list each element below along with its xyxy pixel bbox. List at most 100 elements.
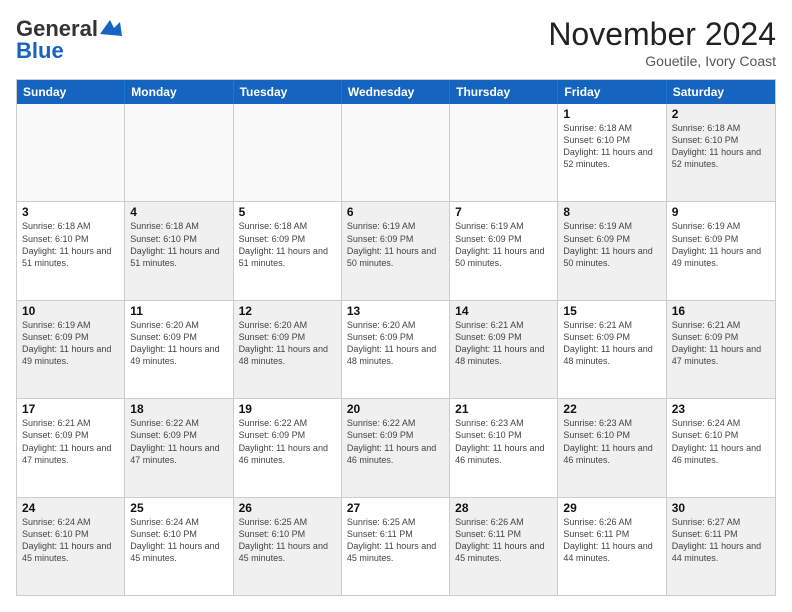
logo-blue: Blue <box>16 38 64 64</box>
day-cell-17: 17Sunrise: 6:21 AM Sunset: 6:09 PM Dayli… <box>17 399 125 496</box>
empty-cell <box>125 104 233 201</box>
day-number: 2 <box>672 107 770 121</box>
day-number: 7 <box>455 205 552 219</box>
day-cell-9: 9Sunrise: 6:19 AM Sunset: 6:09 PM Daylig… <box>667 202 775 299</box>
day-number: 12 <box>239 304 336 318</box>
day-cell-8: 8Sunrise: 6:19 AM Sunset: 6:09 PM Daylig… <box>558 202 666 299</box>
day-cell-27: 27Sunrise: 6:25 AM Sunset: 6:11 PM Dayli… <box>342 498 450 595</box>
day-info: Sunrise: 6:27 AM Sunset: 6:11 PM Dayligh… <box>672 516 770 565</box>
day-cell-21: 21Sunrise: 6:23 AM Sunset: 6:10 PM Dayli… <box>450 399 558 496</box>
day-number: 5 <box>239 205 336 219</box>
day-number: 3 <box>22 205 119 219</box>
day-info: Sunrise: 6:24 AM Sunset: 6:10 PM Dayligh… <box>130 516 227 565</box>
day-cell-20: 20Sunrise: 6:22 AM Sunset: 6:09 PM Dayli… <box>342 399 450 496</box>
day-number: 28 <box>455 501 552 515</box>
logo-bird-icon <box>100 20 122 36</box>
calendar-row-0: 1Sunrise: 6:18 AM Sunset: 6:10 PM Daylig… <box>17 104 775 201</box>
day-cell-3: 3Sunrise: 6:18 AM Sunset: 6:10 PM Daylig… <box>17 202 125 299</box>
day-info: Sunrise: 6:22 AM Sunset: 6:09 PM Dayligh… <box>239 417 336 466</box>
day-cell-29: 29Sunrise: 6:26 AM Sunset: 6:11 PM Dayli… <box>558 498 666 595</box>
weekday-header-tuesday: Tuesday <box>234 80 342 104</box>
weekday-header-monday: Monday <box>125 80 233 104</box>
day-info: Sunrise: 6:19 AM Sunset: 6:09 PM Dayligh… <box>455 220 552 269</box>
day-cell-11: 11Sunrise: 6:20 AM Sunset: 6:09 PM Dayli… <box>125 301 233 398</box>
day-cell-7: 7Sunrise: 6:19 AM Sunset: 6:09 PM Daylig… <box>450 202 558 299</box>
day-cell-12: 12Sunrise: 6:20 AM Sunset: 6:09 PM Dayli… <box>234 301 342 398</box>
day-info: Sunrise: 6:23 AM Sunset: 6:10 PM Dayligh… <box>455 417 552 466</box>
empty-cell <box>234 104 342 201</box>
day-info: Sunrise: 6:18 AM Sunset: 6:10 PM Dayligh… <box>22 220 119 269</box>
day-number: 26 <box>239 501 336 515</box>
month-title: November 2024 <box>548 16 776 53</box>
day-cell-5: 5Sunrise: 6:18 AM Sunset: 6:09 PM Daylig… <box>234 202 342 299</box>
day-number: 1 <box>563 107 660 121</box>
weekday-header-wednesday: Wednesday <box>342 80 450 104</box>
day-info: Sunrise: 6:18 AM Sunset: 6:10 PM Dayligh… <box>672 122 770 171</box>
day-number: 18 <box>130 402 227 416</box>
day-info: Sunrise: 6:24 AM Sunset: 6:10 PM Dayligh… <box>22 516 119 565</box>
day-cell-13: 13Sunrise: 6:20 AM Sunset: 6:09 PM Dayli… <box>342 301 450 398</box>
day-info: Sunrise: 6:19 AM Sunset: 6:09 PM Dayligh… <box>22 319 119 368</box>
day-cell-2: 2Sunrise: 6:18 AM Sunset: 6:10 PM Daylig… <box>667 104 775 201</box>
day-number: 20 <box>347 402 444 416</box>
day-number: 30 <box>672 501 770 515</box>
day-cell-10: 10Sunrise: 6:19 AM Sunset: 6:09 PM Dayli… <box>17 301 125 398</box>
day-number: 6 <box>347 205 444 219</box>
page: General Blue November 2024 Gouetile, Ivo… <box>0 0 792 612</box>
empty-cell <box>17 104 125 201</box>
day-info: Sunrise: 6:18 AM Sunset: 6:10 PM Dayligh… <box>563 122 660 171</box>
day-number: 27 <box>347 501 444 515</box>
day-info: Sunrise: 6:21 AM Sunset: 6:09 PM Dayligh… <box>455 319 552 368</box>
header: General Blue November 2024 Gouetile, Ivo… <box>16 16 776 69</box>
day-info: Sunrise: 6:20 AM Sunset: 6:09 PM Dayligh… <box>347 319 444 368</box>
day-cell-25: 25Sunrise: 6:24 AM Sunset: 6:10 PM Dayli… <box>125 498 233 595</box>
title-block: November 2024 Gouetile, Ivory Coast <box>548 16 776 69</box>
day-cell-30: 30Sunrise: 6:27 AM Sunset: 6:11 PM Dayli… <box>667 498 775 595</box>
calendar-row-4: 24Sunrise: 6:24 AM Sunset: 6:10 PM Dayli… <box>17 497 775 595</box>
weekday-header-sunday: Sunday <box>17 80 125 104</box>
weekday-header-friday: Friday <box>558 80 666 104</box>
day-cell-19: 19Sunrise: 6:22 AM Sunset: 6:09 PM Dayli… <box>234 399 342 496</box>
calendar-body: 1Sunrise: 6:18 AM Sunset: 6:10 PM Daylig… <box>17 104 775 595</box>
day-number: 14 <box>455 304 552 318</box>
calendar-header: SundayMondayTuesdayWednesdayThursdayFrid… <box>17 80 775 104</box>
day-number: 15 <box>563 304 660 318</box>
location: Gouetile, Ivory Coast <box>548 53 776 69</box>
day-number: 4 <box>130 205 227 219</box>
day-number: 21 <box>455 402 552 416</box>
day-info: Sunrise: 6:25 AM Sunset: 6:10 PM Dayligh… <box>239 516 336 565</box>
day-cell-14: 14Sunrise: 6:21 AM Sunset: 6:09 PM Dayli… <box>450 301 558 398</box>
day-number: 10 <box>22 304 119 318</box>
day-number: 22 <box>563 402 660 416</box>
day-number: 25 <box>130 501 227 515</box>
day-number: 24 <box>22 501 119 515</box>
calendar-row-3: 17Sunrise: 6:21 AM Sunset: 6:09 PM Dayli… <box>17 398 775 496</box>
day-number: 8 <box>563 205 660 219</box>
empty-cell <box>342 104 450 201</box>
day-info: Sunrise: 6:18 AM Sunset: 6:10 PM Dayligh… <box>130 220 227 269</box>
day-info: Sunrise: 6:26 AM Sunset: 6:11 PM Dayligh… <box>563 516 660 565</box>
logo: General Blue <box>16 16 122 64</box>
weekday-header-saturday: Saturday <box>667 80 775 104</box>
day-info: Sunrise: 6:19 AM Sunset: 6:09 PM Dayligh… <box>347 220 444 269</box>
day-info: Sunrise: 6:22 AM Sunset: 6:09 PM Dayligh… <box>347 417 444 466</box>
day-cell-28: 28Sunrise: 6:26 AM Sunset: 6:11 PM Dayli… <box>450 498 558 595</box>
day-cell-1: 1Sunrise: 6:18 AM Sunset: 6:10 PM Daylig… <box>558 104 666 201</box>
calendar: SundayMondayTuesdayWednesdayThursdayFrid… <box>16 79 776 596</box>
day-info: Sunrise: 6:25 AM Sunset: 6:11 PM Dayligh… <box>347 516 444 565</box>
day-info: Sunrise: 6:20 AM Sunset: 6:09 PM Dayligh… <box>239 319 336 368</box>
day-cell-6: 6Sunrise: 6:19 AM Sunset: 6:09 PM Daylig… <box>342 202 450 299</box>
day-cell-16: 16Sunrise: 6:21 AM Sunset: 6:09 PM Dayli… <box>667 301 775 398</box>
day-info: Sunrise: 6:26 AM Sunset: 6:11 PM Dayligh… <box>455 516 552 565</box>
day-cell-24: 24Sunrise: 6:24 AM Sunset: 6:10 PM Dayli… <box>17 498 125 595</box>
day-info: Sunrise: 6:22 AM Sunset: 6:09 PM Dayligh… <box>130 417 227 466</box>
day-info: Sunrise: 6:19 AM Sunset: 6:09 PM Dayligh… <box>672 220 770 269</box>
day-cell-15: 15Sunrise: 6:21 AM Sunset: 6:09 PM Dayli… <box>558 301 666 398</box>
day-number: 16 <box>672 304 770 318</box>
day-number: 11 <box>130 304 227 318</box>
day-number: 13 <box>347 304 444 318</box>
day-number: 29 <box>563 501 660 515</box>
day-info: Sunrise: 6:19 AM Sunset: 6:09 PM Dayligh… <box>563 220 660 269</box>
empty-cell <box>450 104 558 201</box>
day-cell-26: 26Sunrise: 6:25 AM Sunset: 6:10 PM Dayli… <box>234 498 342 595</box>
